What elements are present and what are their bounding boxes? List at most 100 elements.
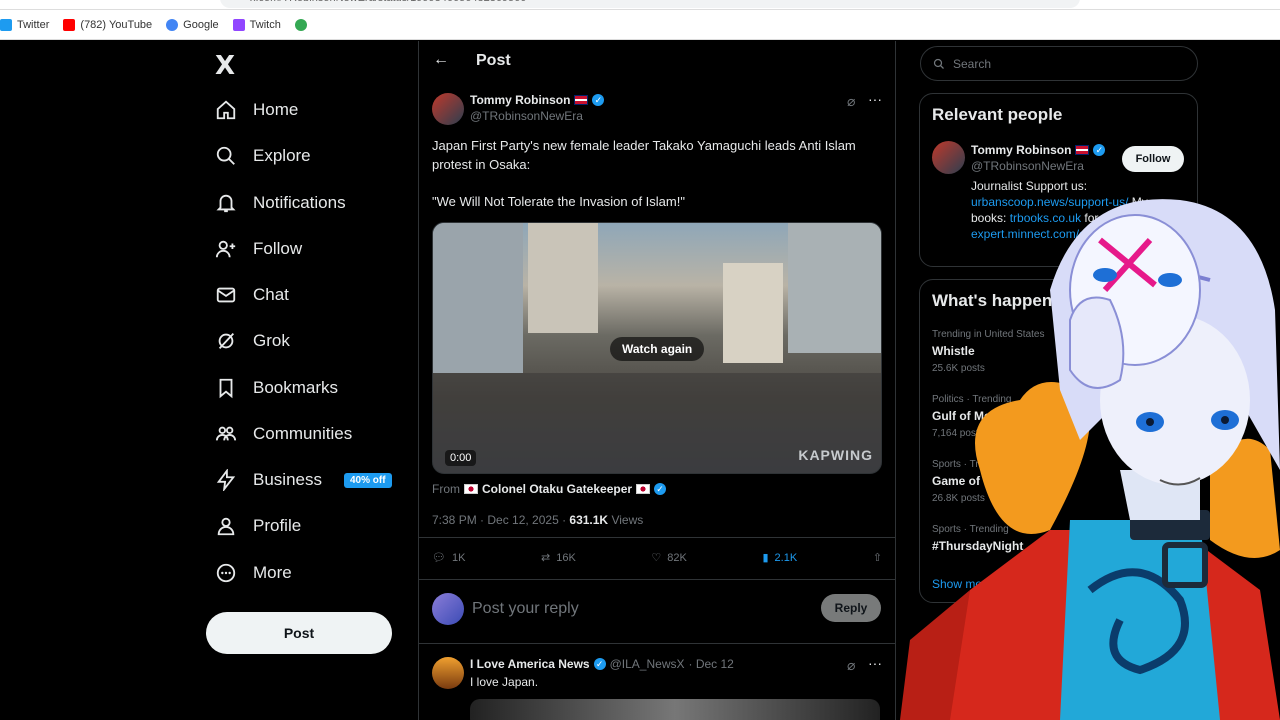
follow-button[interactable]: Follow: [1122, 146, 1184, 172]
nav-label: Bookmarks: [253, 378, 339, 397]
reply-date: · Dec 12: [688, 657, 734, 671]
source-account[interactable]: Colonel Otaku Gatekeeper: [482, 482, 632, 496]
like-button[interactable]: ♡ 82K: [651, 551, 686, 565]
divider: [419, 579, 895, 580]
reply-button[interactable]: 💬︎ 1K: [432, 551, 466, 565]
person-name[interactable]: Tommy Robinson ✓: [971, 143, 1106, 157]
search-bar[interactable]: Search: [920, 46, 1198, 81]
repost-icon: ⇄: [541, 552, 551, 564]
bookmark-label: Twitch: [249, 18, 281, 31]
bookmarks-bar: Twitter (782) YouTube Google Twitch: [0, 10, 1280, 40]
lightning-icon: [216, 469, 236, 491]
person-name-text: Tommy Robinson: [971, 143, 1072, 157]
uk-flag-icon: [574, 95, 589, 105]
person-icon: [217, 517, 235, 536]
bookmark-label: Google: [183, 18, 219, 31]
reply-input[interactable]: Post your reply: [472, 600, 579, 618]
author-handle[interactable]: @TRobinsonNewEra: [470, 109, 583, 123]
search-input[interactable]: Search: [953, 57, 991, 71]
x-logo[interactable]: X: [215, 51, 235, 81]
source-attribution: From Colonel Otaku Gatekeeper ✓: [432, 482, 667, 496]
search-icon: [216, 146, 235, 165]
search-icon: [933, 58, 944, 69]
author-avatar[interactable]: [432, 93, 464, 125]
bookmark-google-2[interactable]: [294, 18, 307, 31]
more-options-icon[interactable]: ···: [868, 91, 882, 107]
tweet-text: Japan First Party's new female leader Ta…: [432, 138, 856, 172]
tweet-quote: "We Will Not Tolerate the Invasion of Is…: [432, 194, 685, 209]
home-icon: [216, 100, 236, 120]
verified-icon: ✓: [654, 483, 667, 495]
post-header: ← Post: [419, 41, 895, 83]
sidebar-item-follow[interactable]: Follow: [215, 234, 302, 264]
bell-icon: [216, 194, 236, 213]
user-avatar: [432, 593, 464, 625]
sidebar-item-more[interactable]: More: [215, 558, 292, 588]
nav-label: Business: [253, 470, 322, 489]
sidebar-item-home[interactable]: Home: [215, 95, 298, 125]
reply-author[interactable]: I Love America News ✓ @ILA_NewsX · Dec 1…: [470, 657, 734, 671]
video-frame-detail: [788, 223, 881, 353]
address-bar[interactable]: x.com/TRobinsonNewEra/status/19993466564…: [220, 0, 1080, 8]
repost-count: 16K: [556, 551, 576, 564]
youtube-icon: [63, 18, 76, 31]
sidebar-item-bookmarks[interactable]: Bookmarks: [215, 373, 338, 403]
mail-icon: [216, 287, 236, 303]
bookmark-button[interactable]: ▮ 2.1K: [762, 551, 798, 565]
bookmark-twitch[interactable]: Twitch: [232, 18, 281, 31]
author-name: Tommy Robinson: [470, 93, 571, 107]
bookmark-label: Twitter: [17, 18, 50, 31]
post-button[interactable]: Post: [206, 612, 392, 654]
timestamp[interactable]: 7:38 PM · Dec 12, 2025 ·: [432, 513, 569, 527]
reply-media[interactable]: [470, 699, 880, 720]
grok-icon[interactable]: ⌀: [847, 657, 855, 674]
vtuber-avatar-overlay: [900, 199, 1280, 720]
nav-label: Grok: [253, 331, 290, 350]
video-time: 0:00: [445, 450, 477, 466]
card-title: Relevant people: [932, 105, 1063, 124]
bookmark-icon: [219, 378, 233, 399]
watch-again-button[interactable]: Watch again: [610, 337, 705, 361]
heart-icon: ♡: [651, 552, 662, 564]
japan-flag-icon: [464, 484, 478, 494]
sidebar-item-notifications[interactable]: Notifications: [215, 188, 346, 218]
tweet-actions: 💬︎ 1K ⇄ 16K ♡ 82K ▮ 2.1K ⇧: [432, 551, 882, 565]
sidebar-item-chat[interactable]: Chat: [215, 280, 289, 310]
views-label: Views: [608, 513, 644, 527]
nav-label: Profile: [253, 516, 302, 535]
sidebar-item-grok[interactable]: Grok: [215, 326, 290, 356]
main-column: ← Post Tommy Robinson ✓ @TRobinsonNewEra…: [418, 41, 896, 720]
google-icon: [294, 18, 307, 31]
reply-author-avatar[interactable]: [432, 657, 464, 689]
from-label: From: [432, 482, 460, 496]
bookmark-twitter[interactable]: Twitter: [0, 18, 50, 31]
sidebar-item-communities[interactable]: Communities: [215, 419, 352, 449]
nav-label: Notifications: [253, 193, 346, 212]
twitch-icon: [232, 18, 245, 31]
tweet-author[interactable]: Tommy Robinson ✓: [470, 93, 605, 107]
follow-icon: [215, 240, 236, 258]
nav-label: Chat: [253, 285, 289, 304]
repost-button[interactable]: ⇄ 16K: [541, 551, 576, 565]
sidebar-item-profile[interactable]: Profile: [215, 511, 301, 541]
video-watermark: KAPWING: [798, 447, 873, 463]
google-icon: [166, 18, 179, 31]
reply-count: 1K: [451, 551, 466, 564]
back-arrow-icon[interactable]: ←: [433, 51, 449, 69]
grok-icon: [218, 333, 235, 349]
sidebar-item-explore[interactable]: Explore: [215, 141, 311, 171]
video-frame-detail: [723, 263, 783, 363]
more-circle-icon: [216, 563, 236, 583]
bookmark-youtube[interactable]: (782) YouTube: [63, 18, 152, 31]
grok-icon[interactable]: ⌀: [847, 93, 855, 110]
reply-submit-button[interactable]: Reply: [821, 594, 881, 622]
nav-label: Home: [253, 100, 299, 119]
divider: [419, 643, 895, 644]
sidebar-item-business[interactable]: Business 40% off: [215, 465, 392, 495]
bookmark-filled-icon: ▮: [762, 552, 769, 564]
japan-flag-icon: [636, 484, 651, 494]
tweet-video[interactable]: Watch again 0:00 KAPWING: [432, 222, 882, 474]
bookmark-google[interactable]: Google: [166, 18, 219, 31]
reply-author-handle: @ILA_NewsX: [609, 657, 685, 671]
bookmark-count: 2.1K: [774, 551, 798, 564]
